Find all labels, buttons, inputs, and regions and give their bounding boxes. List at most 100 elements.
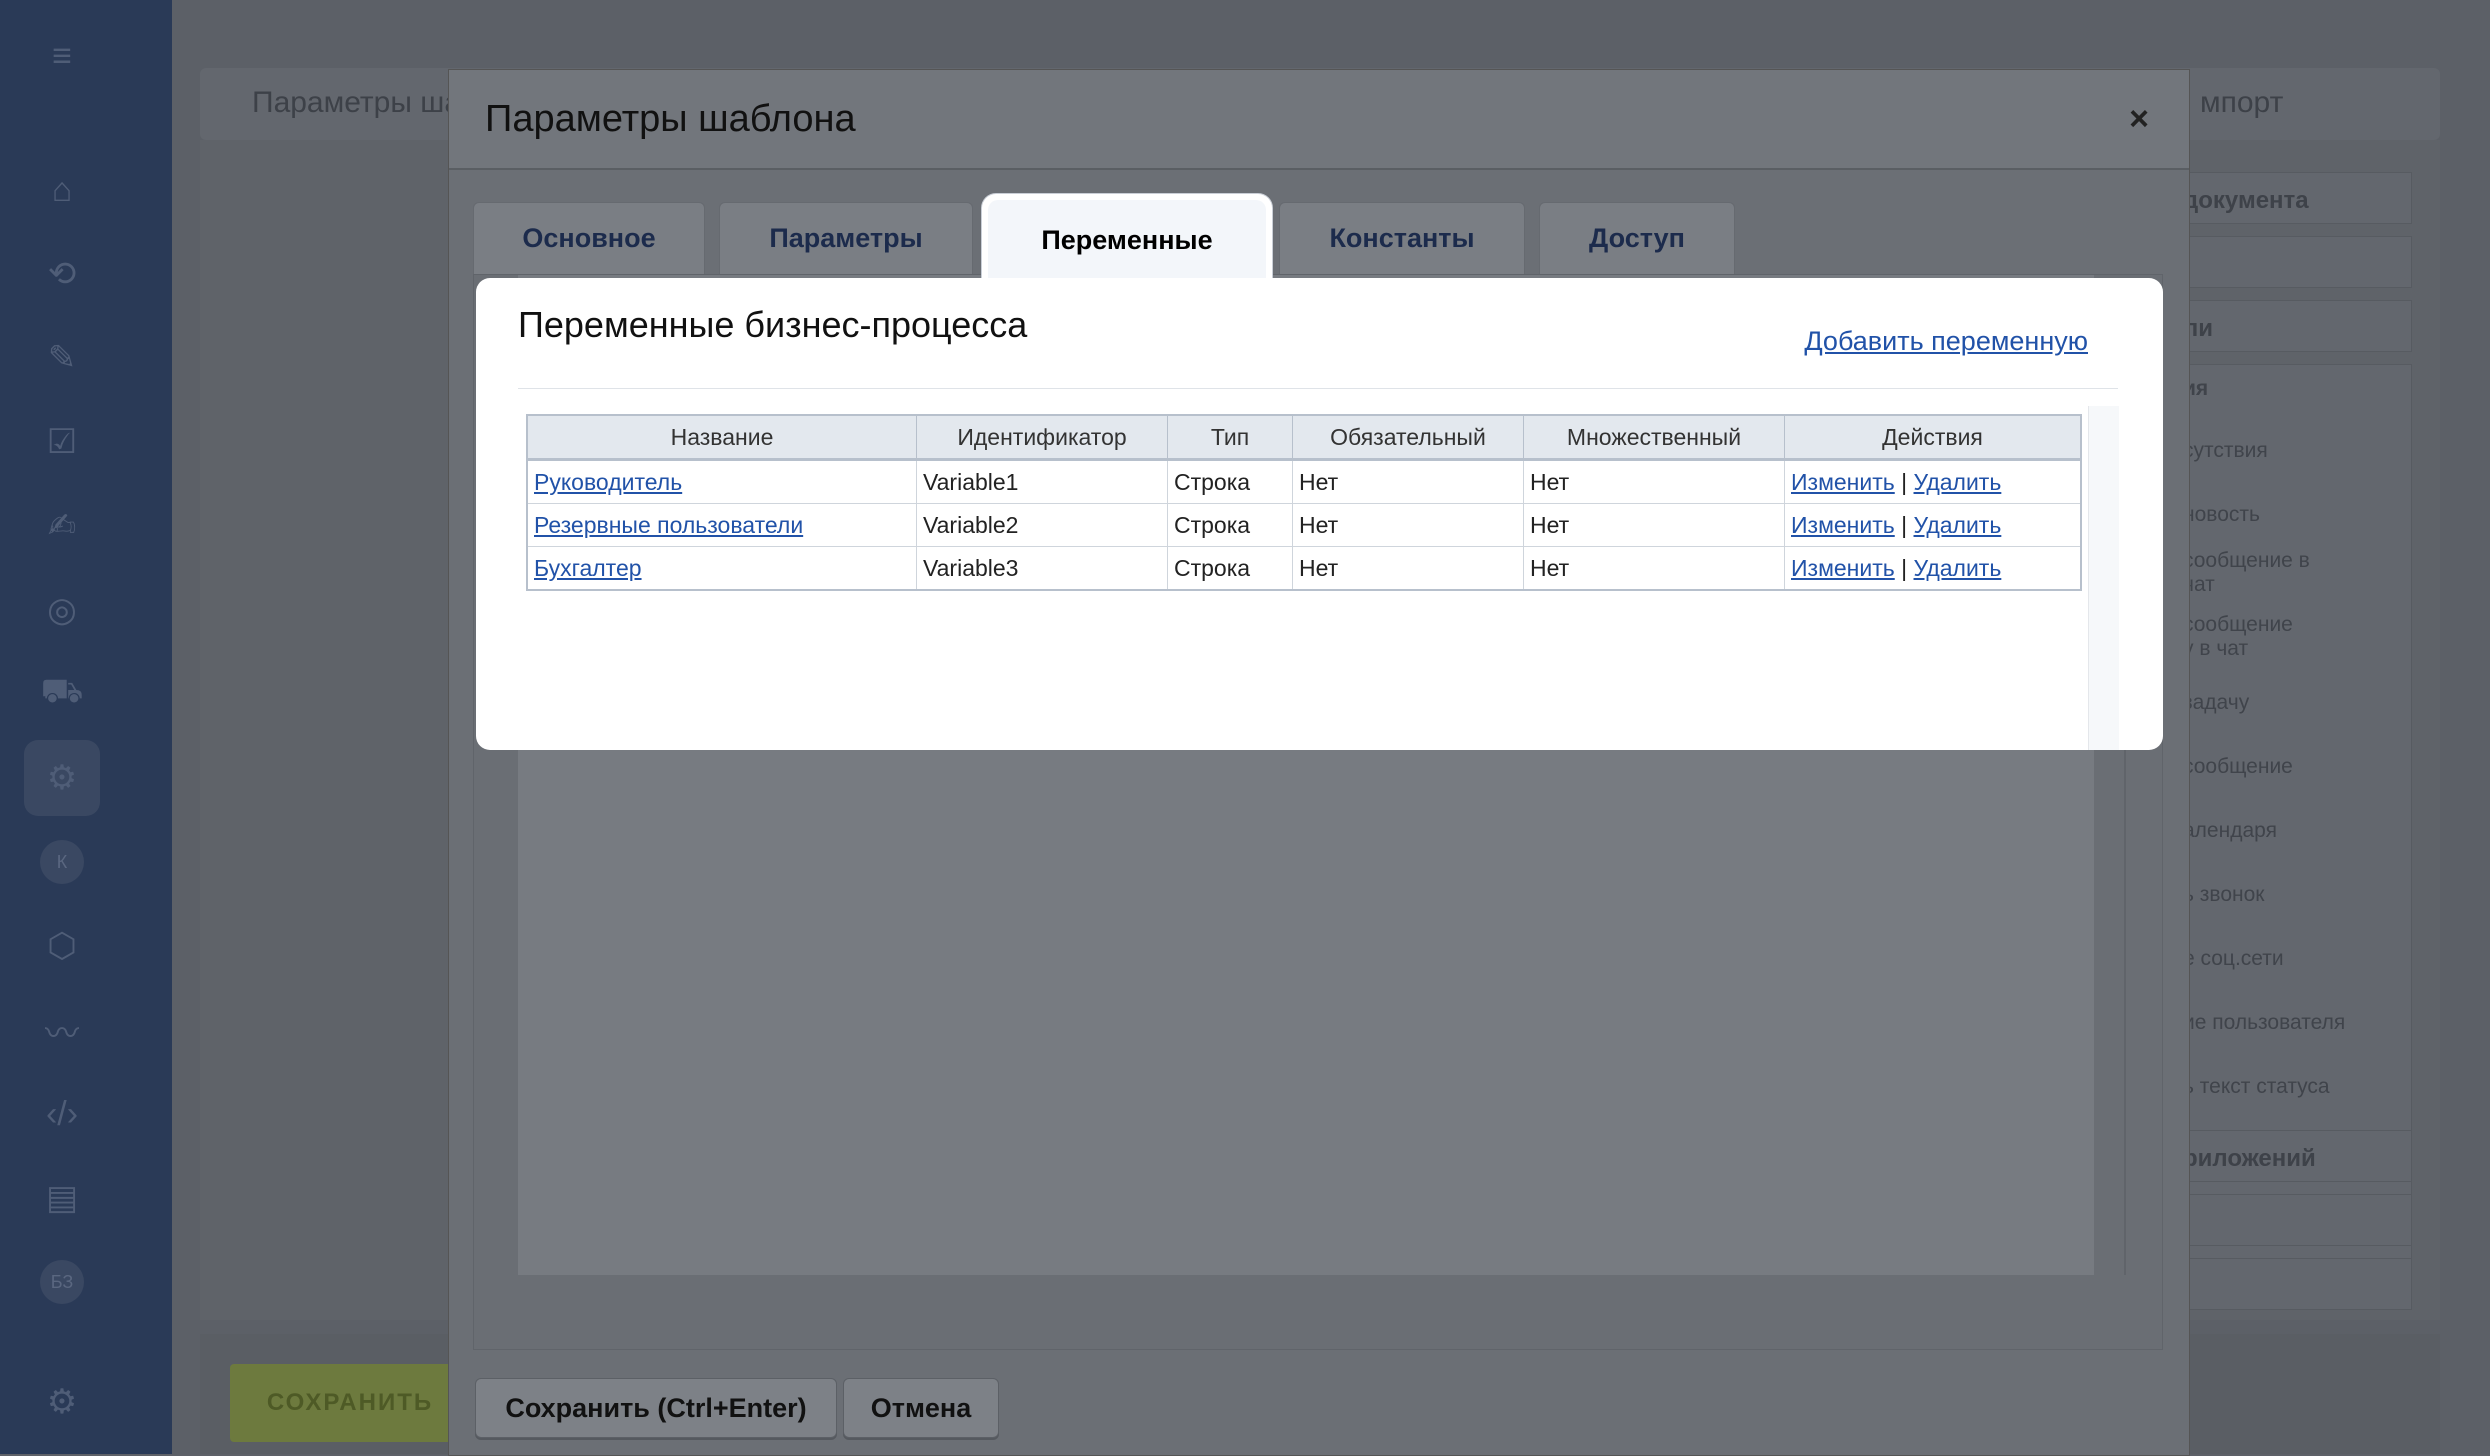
background-activity-panel: документа ли ия сутствия новость сообщен… — [2160, 172, 2412, 1322]
background-header-title: Параметры ша — [252, 86, 462, 119]
variable-name-link[interactable]: Руководитель — [534, 469, 682, 495]
cell-required: Нет — [1292, 459, 1524, 504]
variables-panel: Переменные бизнес-процесса Добавить пере… — [476, 278, 2163, 750]
column-header-required[interactable]: Обязательный — [1292, 414, 1524, 461]
cell-actions: Изменить | Удалить — [1784, 546, 2082, 591]
delete-variable-link[interactable]: Удалить — [1914, 469, 2002, 495]
tab-variables[interactable]: Переменные — [982, 194, 1272, 280]
activity-item[interactable]: задачу — [2183, 691, 2249, 715]
variables-panel-title: Переменные бизнес-процесса — [518, 304, 1028, 345]
variables-table: Название Идентификатор Тип Обязательный … — [526, 414, 2082, 591]
activity-item[interactable]: сутствия — [2183, 439, 2268, 463]
variable-name-link[interactable]: Бухгалтер — [534, 555, 642, 581]
activity-item[interactable]: е соц.сети — [2183, 947, 2284, 971]
menu-icon[interactable]: ≡ — [40, 34, 84, 78]
target-icon[interactable]: ◎ — [40, 588, 84, 632]
tab-label: Основное — [522, 223, 656, 253]
column-header-name[interactable]: Название — [526, 414, 917, 461]
add-variable-link[interactable]: Добавить переменную — [1804, 326, 2088, 357]
tab-parameters[interactable]: Параметры — [719, 202, 973, 274]
cell-identifier: Variable3 — [916, 546, 1168, 591]
cell-type: Строка — [1167, 459, 1293, 504]
cart-icon[interactable]: ⛟ — [40, 672, 84, 716]
doc-edit-icon[interactable]: ✍ — [40, 504, 84, 548]
action-separator: | — [1901, 468, 1908, 495]
cell-type: Строка — [1167, 503, 1293, 547]
cell-type: Строка — [1167, 546, 1293, 591]
column-header-identifier[interactable]: Идентификатор — [916, 414, 1168, 461]
activity-item[interactable]: ие пользователя — [2183, 1011, 2345, 1035]
flow-icon[interactable]: ⟲ — [40, 252, 84, 296]
signature-icon[interactable]: 〰 — [40, 1008, 84, 1053]
action-separator: | — [1901, 554, 1908, 581]
code-icon[interactable]: ‹/› — [40, 1092, 84, 1136]
left-navigation: ≡ ⌂ ⟲ ✎ ☑ ✍ ◎ ⛟ ⚙ К ⬡ 〰 ‹/› ▤ БЗ ⚙ — [0, 0, 172, 1454]
delete-variable-link[interactable]: Удалить — [1914, 512, 2002, 538]
activity-section[interactable] — [2160, 236, 2412, 288]
table-row: Резервные пользователи Variable2 Строка … — [526, 503, 2082, 547]
variables-panel-header: Переменные бизнес-процесса Добавить пере… — [518, 304, 2118, 389]
activity-section[interactable]: документа — [2160, 172, 2412, 224]
action-separator: | — [1901, 511, 1908, 538]
activity-item[interactable]: алендаря — [2183, 819, 2277, 843]
tab-constants[interactable]: Константы — [1279, 202, 1525, 274]
cell-required: Нет — [1292, 503, 1524, 547]
edit-variable-link[interactable]: Изменить — [1791, 512, 1895, 538]
dialog-title-bar: Параметры шаблона × — [449, 70, 2189, 170]
background-header-import: мпорт — [2200, 86, 2284, 119]
delete-variable-link[interactable]: Удалить — [1914, 555, 2002, 581]
edit-variable-link[interactable]: Изменить — [1791, 469, 1895, 495]
cell-name: Руководитель — [526, 459, 917, 504]
background-save-button[interactable]: СОХРАНИТЬ — [230, 1364, 470, 1442]
checkbox-icon[interactable]: ☑ — [40, 420, 84, 464]
variables-table-container: Название Идентификатор Тип Обязательный … — [518, 406, 2088, 750]
save-button[interactable]: Сохранить (Ctrl+Enter) — [475, 1378, 837, 1438]
table-header-row: Название Идентификатор Тип Обязательный … — [526, 414, 2082, 461]
table-row: Бухгалтер Variable3 Строка Нет Нет Измен… — [526, 546, 2082, 591]
home-icon[interactable]: ⌂ — [40, 168, 84, 212]
edit-variable-link[interactable]: Изменить — [1791, 555, 1895, 581]
dialog-title: Параметры шаблона — [485, 98, 856, 140]
gear-icon[interactable]: ⚙ — [40, 1380, 84, 1424]
pen-icon[interactable]: ✎ — [40, 336, 84, 380]
robot-icon[interactable]: ⚙ — [24, 740, 100, 816]
variable-name-link[interactable]: Резервные пользователи — [534, 512, 803, 538]
variables-panel-scroll-rail — [2088, 406, 2119, 750]
cell-required: Нет — [1292, 546, 1524, 591]
cell-multiple: Нет — [1523, 459, 1785, 504]
cell-multiple: Нет — [1523, 546, 1785, 591]
tab-label: Переменные — [988, 200, 1266, 280]
activity-item[interactable]: сообщение у в чат — [2183, 613, 2293, 661]
close-icon[interactable]: × — [2129, 100, 2149, 139]
activity-item[interactable]: сообщение — [2183, 755, 2293, 779]
activity-item[interactable]: сообщение в чат — [2183, 549, 2310, 597]
avatar-k[interactable]: К — [40, 840, 84, 884]
cell-identifier: Variable1 — [916, 459, 1168, 504]
avatar-bz[interactable]: БЗ — [40, 1260, 84, 1304]
tab-label: Константы — [1329, 223, 1475, 253]
table-row: Руководитель Variable1 Строка Нет Нет Из… — [526, 459, 2082, 504]
cell-actions: Изменить | Удалить — [1784, 459, 2082, 504]
tab-label: Параметры — [769, 223, 923, 253]
activity-item[interactable]: ь звонок — [2183, 883, 2264, 907]
column-header-actions: Действия — [1784, 414, 2082, 461]
column-header-type[interactable]: Тип — [1167, 414, 1293, 461]
cell-name: Резервные пользователи — [526, 503, 917, 547]
box-icon[interactable]: ⬡ — [40, 924, 84, 968]
activity-section-empty — [2160, 1258, 2412, 1310]
tab-main[interactable]: Основное — [473, 202, 705, 274]
activity-section[interactable]: ли — [2160, 300, 2412, 352]
cell-multiple: Нет — [1523, 503, 1785, 547]
id-card-icon[interactable]: ▤ — [40, 1176, 84, 1220]
cell-identifier: Variable2 — [916, 503, 1168, 547]
tab-access[interactable]: Доступ — [1539, 202, 1735, 274]
column-header-multiple[interactable]: Множественный — [1523, 414, 1785, 461]
cell-actions: Изменить | Удалить — [1784, 503, 2082, 547]
cancel-button[interactable]: Отмена — [843, 1378, 999, 1438]
tab-label: Доступ — [1589, 223, 1685, 253]
cell-name: Бухгалтер — [526, 546, 917, 591]
activity-item[interactable]: ь текст статуса — [2183, 1075, 2330, 1099]
activity-item[interactable]: новость — [2183, 503, 2260, 527]
activity-section-empty — [2160, 1194, 2412, 1246]
activity-section[interactable]: риложений — [2160, 1130, 2412, 1182]
